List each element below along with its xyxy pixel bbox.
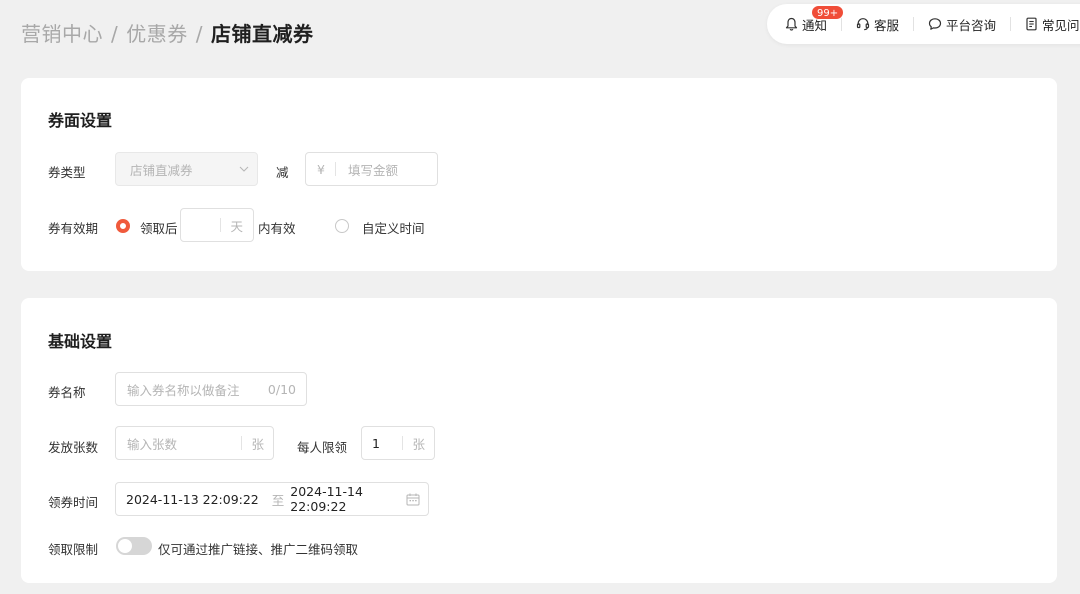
coupon-name-label: 券名称 [48,385,86,400]
faq-label: 常见问题 [1042,17,1080,33]
validity-label: 券有效期 [48,221,99,236]
basic-section-title: 基础设置 [48,332,113,351]
end-time[interactable]: 2024-11-14 22:09:22 [290,484,406,514]
headset-icon [856,18,870,31]
faq-button[interactable]: 常见问题 [1025,15,1080,34]
per-user-limit-label: 每人限领 [297,440,348,455]
issue-count-label: 发放张数 [48,440,99,455]
issue-count-input[interactable]: 输入张数 张 [115,426,274,460]
breadcrumb: 营销中心 / 优惠券 / 店铺直减券 [21,20,314,48]
char-counter: 0/10 [267,381,296,397]
radio-custom-time[interactable] [335,219,349,233]
coupon-name-placeholder: 输入券名称以做备注 [127,382,240,398]
per-user-unit: 张 [412,436,425,452]
chevron-down-icon [239,166,249,172]
platform-consult-button[interactable]: 平台咨询 [928,15,996,34]
reduce-label: 减 [276,165,289,180]
bell-icon [785,17,798,31]
breadcrumb-separator: / [111,22,119,46]
platform-consult-label: 平台咨询 [946,17,997,33]
receive-time-range-picker[interactable]: 2024-11-13 22:09:22 至 2024-11-14 22:09:2… [115,482,429,516]
input-divider [220,218,222,232]
coupon-type-select[interactable]: 店铺直减券 [115,152,258,186]
coupon-type-label: 券类型 [48,165,86,180]
basic-settings-card: 基础设置 券名称 输入券名称以做备注 0/10 发放张数 输入张数 张 每人限领… [21,298,1057,583]
custom-time-label: 自定义时间 [362,221,425,236]
coupon-face-settings-card: 券面设置 券类型 店铺直减券 减 ¥ 填写金额 券有效期 领取后 天 内有效 自… [21,78,1057,271]
radio-after-receive[interactable] [116,219,130,233]
notification-button[interactable]: 通知 99+ [785,4,845,34]
range-separator: 至 [271,492,285,508]
customer-service-button[interactable]: 客服 [856,15,899,34]
calendar-icon [406,493,420,505]
issue-count-unit: 张 [251,436,264,452]
per-user-limit-value: 1 [372,435,380,451]
chat-bubble-icon [928,18,942,30]
discount-amount-input[interactable]: ¥ 填写金额 [305,152,438,186]
receive-limit-label: 领取限制 [48,542,99,557]
amount-placeholder: 填写金额 [347,162,398,178]
coupon-face-section-title: 券面设置 [48,111,113,130]
page-title: 店铺直减券 [211,22,314,46]
top-toolbar: 通知 99+ 客服 平台咨询 常见问题 [767,4,1080,44]
currency-symbol: ¥ [317,161,325,177]
input-divider [402,436,404,450]
receive-limit-text: 仅可通过推广链接、推广二维码领取 [158,542,359,557]
valid-within-label: 内有效 [258,221,296,236]
after-receive-label: 领取后 [140,221,178,236]
breadcrumb-separator: / [195,22,203,46]
valid-days-input[interactable]: 天 [180,208,254,242]
per-user-limit-input[interactable]: 1 张 [361,426,435,460]
toggle-knob [118,539,132,553]
notification-badge: 99+ [811,4,845,20]
breadcrumb-coupons[interactable]: 优惠券 [126,20,188,48]
toolbar-divider [913,17,915,31]
toolbar-divider [841,17,843,31]
input-divider [334,162,336,176]
customer-service-label: 客服 [874,17,900,33]
days-unit: 天 [230,218,243,234]
receive-time-label: 领券时间 [48,495,99,510]
document-icon [1026,17,1037,31]
issue-count-placeholder: 输入张数 [127,436,178,452]
toolbar-divider [1010,17,1012,31]
input-divider [241,436,243,450]
coupon-type-value: 店铺直减券 [130,162,193,178]
receive-limit-toggle[interactable] [116,537,152,555]
start-time[interactable]: 2024-11-13 22:09:22 [126,492,259,507]
breadcrumb-marketing-center[interactable]: 营销中心 [21,20,103,48]
coupon-name-input[interactable]: 输入券名称以做备注 0/10 [115,372,307,406]
